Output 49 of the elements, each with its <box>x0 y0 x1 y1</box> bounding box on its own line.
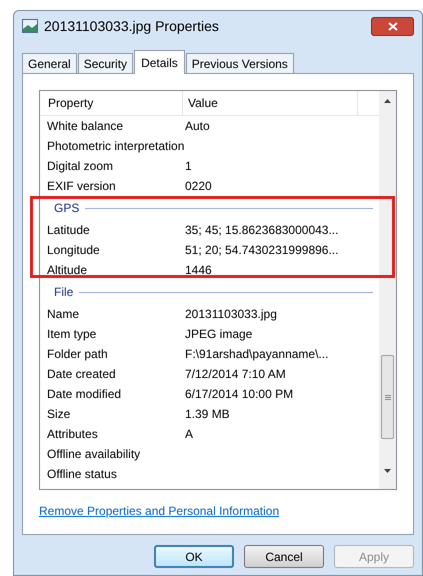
property-name: Date modified <box>46 386 122 403</box>
group-heading: GPS <box>54 200 80 217</box>
dialog-button[interactable]: Cancel <box>244 545 324 568</box>
tab[interactable]: Security <box>78 53 134 73</box>
property-value: 51; 20; 54.7430231999896... <box>184 242 338 259</box>
property-name: Offline status <box>46 466 118 483</box>
property-name: Size <box>46 406 72 423</box>
property-name: EXIF version <box>46 178 117 195</box>
property-value: 6/17/2014 10:00 PM <box>184 386 294 403</box>
property-name: White balance <box>46 118 124 135</box>
scrollbar-thumb[interactable] <box>381 355 394 439</box>
property-value: F:\91arshad\payanname\... <box>184 346 328 363</box>
property-value: 1446 <box>184 262 212 279</box>
property-name: Latitude <box>46 222 91 239</box>
property-name: Attributes <box>46 426 99 443</box>
dialog-button[interactable]: OK <box>154 545 234 568</box>
property-name: Longitude <box>46 242 101 259</box>
property-name: Name <box>46 306 80 323</box>
property-value: 35; 45; 15.8623683000043... <box>184 222 338 239</box>
grip-icon <box>384 394 390 400</box>
tab[interactable]: General <box>22 53 77 73</box>
column-header[interactable]: Value <box>183 91 358 115</box>
property-name: Altitude <box>46 262 88 279</box>
property-value: 1 <box>184 158 192 175</box>
scroll-down-icon <box>384 469 391 473</box>
property-value: 7/12/2014 7:10 AM <box>184 366 286 383</box>
scrollbar[interactable] <box>379 91 396 489</box>
close-icon <box>388 22 398 30</box>
scroll-up-icon <box>384 99 391 103</box>
tab[interactable]: Previous Versions <box>186 53 294 73</box>
property-value: 0220 <box>184 178 212 195</box>
property-value: 1.39 MB <box>184 406 230 423</box>
group-heading: File <box>54 284 74 301</box>
property-name: Date created <box>46 366 117 383</box>
close-button[interactable] <box>371 16 414 36</box>
column-header[interactable]: Property <box>40 91 183 115</box>
property-name: Offline availability <box>46 446 142 463</box>
tab[interactable]: Details <box>134 50 185 74</box>
property-name: Digital zoom <box>46 158 114 175</box>
property-value: 20131103033.jpg <box>184 306 277 323</box>
property-name: Photometric interpretation <box>46 138 183 155</box>
property-name: Folder path <box>46 346 109 363</box>
property-value: Auto <box>184 118 210 135</box>
property-value: JPEG image <box>184 326 252 343</box>
property-value: A <box>184 426 194 443</box>
window-title: 20131103033.jpg Properties <box>44 16 219 36</box>
image-file-icon <box>22 19 38 33</box>
remove-properties-link[interactable]: Remove Properties and Personal Information <box>39 502 280 520</box>
property-name: Item type <box>46 326 98 343</box>
